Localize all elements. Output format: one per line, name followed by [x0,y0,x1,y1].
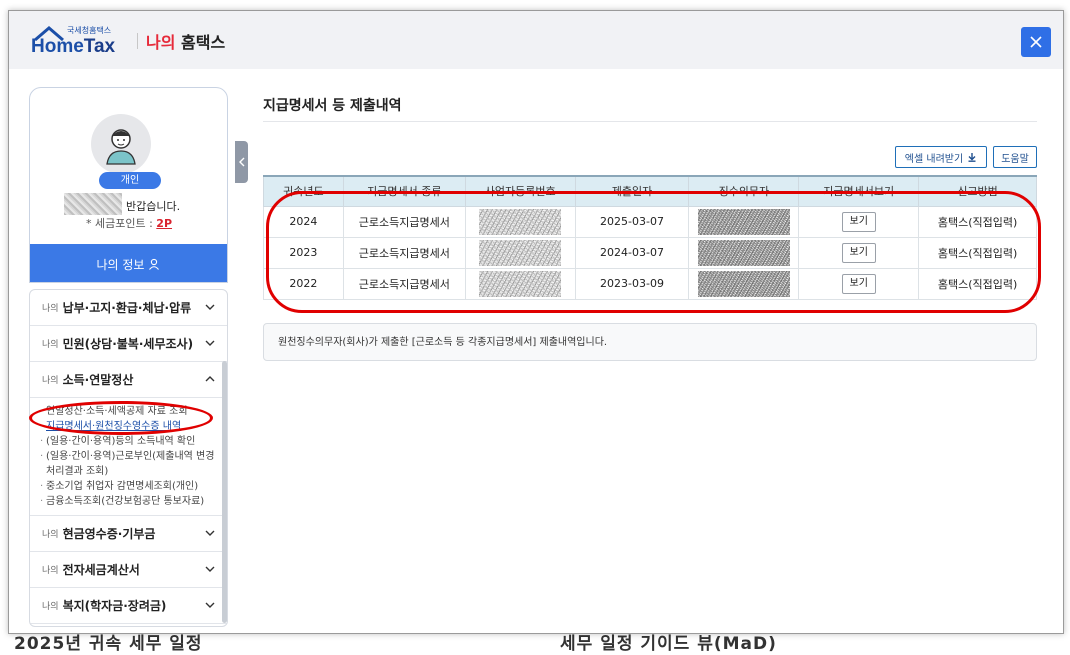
tax-points: * 세금포인트 : 2P [86,217,173,230]
sidebar-collapse-handle[interactable] [235,141,248,183]
chevron-down-icon [205,566,215,572]
cell-bizno-redacted [464,205,576,238]
excel-download-button[interactable]: 엑셀 내려받기 [895,146,987,168]
cell-bizno-redacted [464,236,576,269]
table-header-row: 귀속년도 지급명세서 종류 사업자등록번호 제출일자 징수의무자 지급명세서보기… [263,175,1037,207]
view-button[interactable]: 보기 [841,273,876,294]
cell-date: 2024-03-07 [574,236,690,269]
cell-view: 보기 [798,205,920,238]
column-header: 사업자등록번호 [464,175,576,207]
cell-withholder-redacted [688,236,800,269]
sidebar-item-civil[interactable]: 나의 민원(상담·불복·세무조사) [30,326,227,362]
profile-card: 개인 반갑습니다. * 세금포인트 : 2P 나의 정보 [29,87,228,283]
table-row: 2022 근로소득지급명세서 2023-03-09 보기 홈택스(직접입력) [263,267,1037,300]
cell-date: 2023-03-09 [574,267,690,300]
page-title: 나의 홈택스 [146,33,226,52]
submenu-item[interactable]: 중소기업 취업자 감면명세조회(개인) [40,479,219,494]
section-title: 지급명세서 등 제출내역 [263,98,402,114]
sidebar-item-income[interactable]: 나의 소득·연말정산 [30,362,227,398]
download-icon [968,153,976,162]
cell-withholder-redacted [688,205,800,238]
chevron-down-icon [205,602,215,608]
header-divider [137,33,138,49]
submenu-item[interactable]: 연말정산·소득·세액공제 자료 조회 [40,404,219,419]
title-divider [263,121,1037,122]
cell-view: 보기 [798,236,920,269]
my-info-button[interactable]: 나의 정보 [30,244,227,282]
logo-main-text: HomeTax [31,36,116,57]
cell-view: 보기 [798,267,920,300]
role-badge: 개인 [99,172,161,189]
menu-scrollbar[interactable] [222,361,227,623]
chevron-down-icon [205,530,215,536]
modal-header: 국세청홈택스 HomeTax 나의 홈택스 [9,11,1063,69]
submenu-item[interactable]: (일용·간이·용역)근로부인(제출내역 변경 처리결과 조회) [40,449,219,479]
notice-box: 원천징수의무자(회사)가 제출한 [근로소득 등 각종지급명세서] 제출내역입니… [263,323,1037,361]
column-header: 신고방법 [918,175,1037,207]
chevron-left-icon [238,157,244,167]
column-header: 제출일자 [574,175,690,207]
column-header: 귀속년도 [263,175,344,207]
income-submenu: 연말정산·소득·세액공제 자료 조회 지급명세서·원천징수영수증 내역 (일용·… [30,398,227,516]
chevron-up-icon [205,376,215,382]
sidebar-item-receipt[interactable]: 나의 현금영수증·기부금 [30,516,227,552]
avatar [91,114,151,174]
hometax-logo[interactable]: 국세청홈택스 HomeTax [31,23,131,57]
close-icon [1030,36,1042,48]
logo-small-text: 국세청홈택스 [67,26,112,35]
sidebar-item-welfare[interactable]: 나의 복지(학자금·장려금) [30,588,227,624]
my-hometax-modal: 국세청홈택스 HomeTax 나의 홈택스 개인 반갑습니다. * 세금포인트 … [8,10,1064,634]
column-header: 징수의무자 [688,175,800,207]
cell-method: 홈택스(직접입력) [918,236,1037,269]
submenu-item[interactable]: 금융소득조회(건강보험공단 통보자료) [40,494,219,509]
greeting-text: 반갑습니다. [126,200,181,213]
cell-bizno-redacted [464,267,576,300]
cell-year: 2024 [263,205,344,238]
submenu-item-payment-statement[interactable]: 지급명세서·원천징수영수증 내역 [40,419,219,434]
cell-type: 근로소득지급명세서 [342,205,466,238]
submenu-item[interactable]: (일용·간이·용역)등의 소득내역 확인 [40,434,219,449]
sidebar-item-invoice[interactable]: 나의 전자세금계산서 [30,552,227,588]
help-button[interactable]: 도움말 [993,146,1037,168]
table-row: 2023 근로소득지급명세서 2024-03-07 보기 홈택스(직접입력) [263,236,1037,269]
cell-year: 2022 [263,267,344,300]
cell-withholder-redacted [688,267,800,300]
submission-table: 귀속년도 지급명세서 종류 사업자등록번호 제출일자 징수의무자 지급명세서보기… [263,175,1037,300]
chevron-down-icon [205,340,215,346]
close-button[interactable] [1021,27,1051,57]
cell-year: 2023 [263,236,344,269]
column-header: 지급명세서보기 [798,175,920,207]
view-button[interactable]: 보기 [841,242,876,263]
column-header: 지급명세서 종류 [342,175,466,207]
cell-method: 홈택스(직접입력) [918,205,1037,238]
user-name-redacted [64,193,122,215]
cell-method: 홈택스(직접입력) [918,267,1037,300]
cell-type: 근로소득지급명세서 [342,236,466,269]
person-icon [149,258,160,270]
table-row: 2024 근로소득지급명세서 2025-03-07 보기 홈택스(직접입력) [263,205,1037,238]
user-avatar-icon [106,129,136,165]
cell-date: 2025-03-07 [574,205,690,238]
sidebar-menu: 나의 납부·고지·환급·체납·압류 나의 민원(상담·불복·세무조사) 나의 소… [29,289,228,627]
sidebar-item-payment[interactable]: 나의 납부·고지·환급·체납·압류 [30,290,227,326]
view-button[interactable]: 보기 [841,211,876,232]
my-info-label: 나의 정보 [96,257,145,272]
chevron-down-icon [205,304,215,310]
cell-type: 근로소득지급명세서 [342,267,466,300]
tax-points-value[interactable]: 2P [156,217,172,230]
